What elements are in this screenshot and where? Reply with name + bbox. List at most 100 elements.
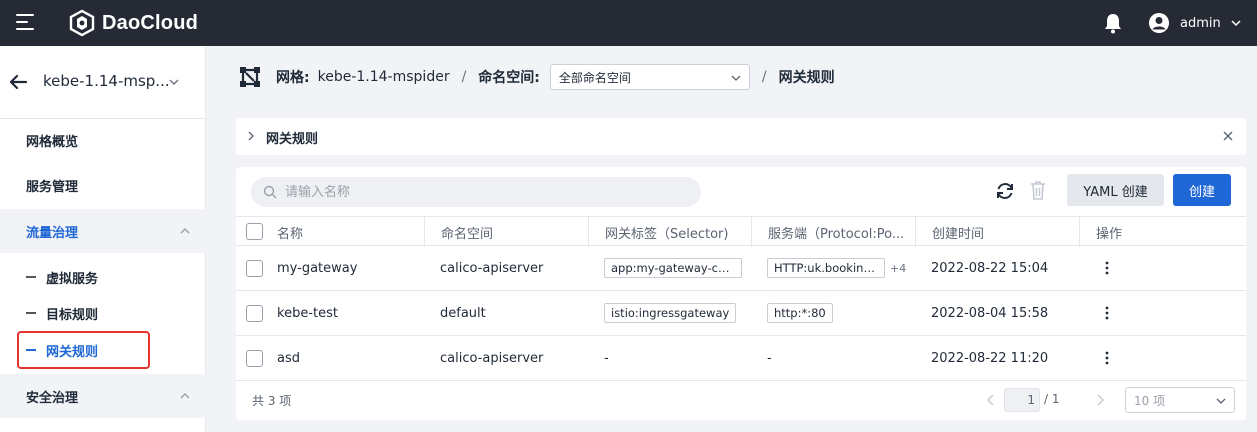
page-size-value: 10 项	[1134, 393, 1166, 408]
column-header-selector[interactable]: 网关标签（Selector)	[588, 217, 751, 247]
search-icon	[263, 185, 277, 199]
table-row[interactable]: asd calico-apiserver - - 2022-08-22 11:2…	[236, 336, 1246, 381]
column-header-name[interactable]: 名称	[277, 217, 424, 247]
cell-created: 2022-08-22 15:04	[931, 260, 1049, 276]
server-tag: HTTP:uk.bookinfo...	[767, 258, 885, 278]
server-tag: http:*:80	[767, 303, 833, 323]
search-input[interactable]	[285, 184, 685, 200]
more-actions-icon[interactable]	[1099, 260, 1115, 276]
chevron-down-icon	[731, 75, 741, 81]
chevron-right-icon[interactable]	[1093, 393, 1107, 407]
sidebar-item-security[interactable]: 安全治理	[0, 374, 206, 418]
breadcrumb: 网格: kebe-1.14-mspider / 命名空间: 全部命名空间 / 网…	[238, 64, 835, 90]
sidebar-item-overview[interactable]: 网格概览	[0, 118, 206, 162]
select-all-checkbox[interactable]	[246, 223, 263, 240]
close-icon[interactable]	[1222, 130, 1234, 142]
column-header-namespace[interactable]: 命名空间	[424, 217, 588, 247]
cell-namespace: default	[440, 305, 486, 321]
user-avatar-icon	[1149, 13, 1169, 33]
chevron-up-icon	[180, 228, 190, 234]
back-arrow-icon[interactable]	[8, 72, 28, 92]
more-actions-icon[interactable]	[1099, 350, 1115, 366]
cell-selector: istio:ingressgateway	[604, 291, 737, 335]
breadcrumb-separator: /	[761, 69, 767, 85]
cell-servers: HTTP:uk.bookinfo... +4	[767, 246, 906, 290]
chevron-down-icon	[169, 79, 179, 85]
page-number-input[interactable]: 1	[1004, 388, 1040, 412]
row-checkbox[interactable]	[246, 350, 263, 367]
sidebar-subitem-label: 目标规则	[46, 307, 99, 323]
mesh-selector[interactable]: kebe-1.14-msp...	[0, 46, 206, 118]
highlight-box	[17, 331, 150, 369]
sidebar: kebe-1.14-msp... 网格概览 服务管理 流量治理 虚拟服务 目标规…	[0, 46, 206, 432]
chevron-down-icon	[1231, 20, 1241, 27]
selector-tag: app:my-gateway-con...	[604, 258, 742, 278]
breadcrumb-mesh-label: 网格:	[276, 70, 310, 86]
cell-name[interactable]: asd	[277, 336, 300, 380]
chevron-right-icon[interactable]	[246, 131, 256, 141]
column-header-created[interactable]: 创建时间	[915, 217, 1079, 247]
cell-namespace: calico-apiserver	[440, 350, 544, 366]
gateway-rule-table-card: YAML 创建 创建 名称 命名空间 网关标签（Selector) 服务端（Pr…	[236, 167, 1246, 420]
logo[interactable]: DaoCloud	[68, 8, 198, 38]
cell-selector: -	[604, 350, 609, 366]
cell-created: 2022-08-04 15:58	[931, 305, 1049, 321]
namespace-select-value: 全部命名空间	[558, 70, 631, 85]
sidebar-item-label: 流量治理	[26, 225, 79, 241]
row-checkbox[interactable]	[246, 260, 263, 277]
column-header-actions: 操作	[1079, 217, 1242, 247]
selector-tag: istio:ingressgateway	[604, 303, 737, 323]
cell-created: 2022-08-22 11:20	[931, 350, 1049, 366]
breadcrumb-mesh-value[interactable]: kebe-1.14-mspider	[318, 69, 450, 85]
daocloud-logo-icon	[69, 9, 95, 37]
sidebar-subitem-destination-rule[interactable]: 目标规则	[0, 296, 206, 330]
user-menu[interactable]: admin	[1148, 11, 1241, 35]
search-box[interactable]	[251, 177, 701, 207]
cell-servers: http:*:80	[767, 291, 833, 335]
cell-servers: -	[767, 350, 772, 366]
table-header: 名称 命名空间 网关标签（Selector) 服务端（Protocol:Po..…	[236, 216, 1246, 247]
sidebar-item-label: 安全治理	[26, 390, 79, 406]
menu-icon[interactable]	[16, 14, 34, 30]
page-size-select[interactable]: 10 项	[1125, 387, 1235, 413]
chevron-up-icon	[180, 393, 190, 399]
cell-selector: app:my-gateway-con...	[604, 246, 742, 290]
dash-icon	[26, 276, 36, 278]
column-header-servers[interactable]: 服务端（Protocol:Po...	[751, 217, 915, 247]
chevron-left-icon[interactable]	[984, 393, 998, 407]
breadcrumb-separator: /	[461, 69, 467, 85]
table-row[interactable]: kebe-test default istio:ingressgateway h…	[236, 291, 1246, 336]
table-row[interactable]: my-gateway calico-apiserver app:my-gatew…	[236, 246, 1246, 291]
sidebar-subitem-virtual-service[interactable]: 虚拟服务	[0, 260, 206, 294]
mesh-name: kebe-1.14-msp...	[43, 72, 170, 90]
cell-namespace: calico-apiserver	[440, 260, 544, 276]
breadcrumb-namespace-label: 命名空间:	[478, 70, 540, 86]
breadcrumb-current: 网关规则	[778, 70, 835, 86]
more-actions-icon[interactable]	[1099, 305, 1115, 321]
sidebar-item-label: 服务管理	[26, 179, 79, 195]
total-count: 共 3 项	[252, 394, 292, 408]
user-name: admin	[1180, 15, 1221, 31]
namespace-select[interactable]: 全部命名空间	[549, 64, 750, 90]
cell-name[interactable]: my-gateway	[277, 246, 357, 290]
row-checkbox[interactable]	[246, 305, 263, 322]
gateway-rule-collapse-panel[interactable]: 网关规则	[236, 118, 1246, 155]
top-bar: DaoCloud admin	[0, 0, 1257, 46]
cell-name[interactable]: kebe-test	[277, 291, 338, 335]
sidebar-subitem-label: 虚拟服务	[46, 271, 99, 287]
server-more-count[interactable]: +4	[890, 262, 906, 275]
page-total: / 1	[1044, 392, 1060, 406]
refresh-icon[interactable]	[994, 180, 1016, 202]
collapse-title: 网关规则	[266, 132, 319, 147]
chevron-down-icon	[1216, 398, 1226, 404]
trash-icon[interactable]	[1028, 179, 1048, 201]
dash-icon	[26, 312, 36, 314]
sidebar-item-services[interactable]: 服务管理	[0, 163, 206, 207]
sidebar-item-traffic[interactable]: 流量治理	[0, 209, 206, 253]
mesh-icon	[240, 67, 260, 87]
sidebar-item-label: 网格概览	[26, 134, 79, 150]
yaml-create-button[interactable]: YAML 创建	[1067, 174, 1164, 206]
logo-text: DaoCloud	[102, 11, 199, 34]
notification-bell-icon[interactable]	[1103, 12, 1123, 34]
create-button[interactable]: 创建	[1173, 174, 1231, 206]
